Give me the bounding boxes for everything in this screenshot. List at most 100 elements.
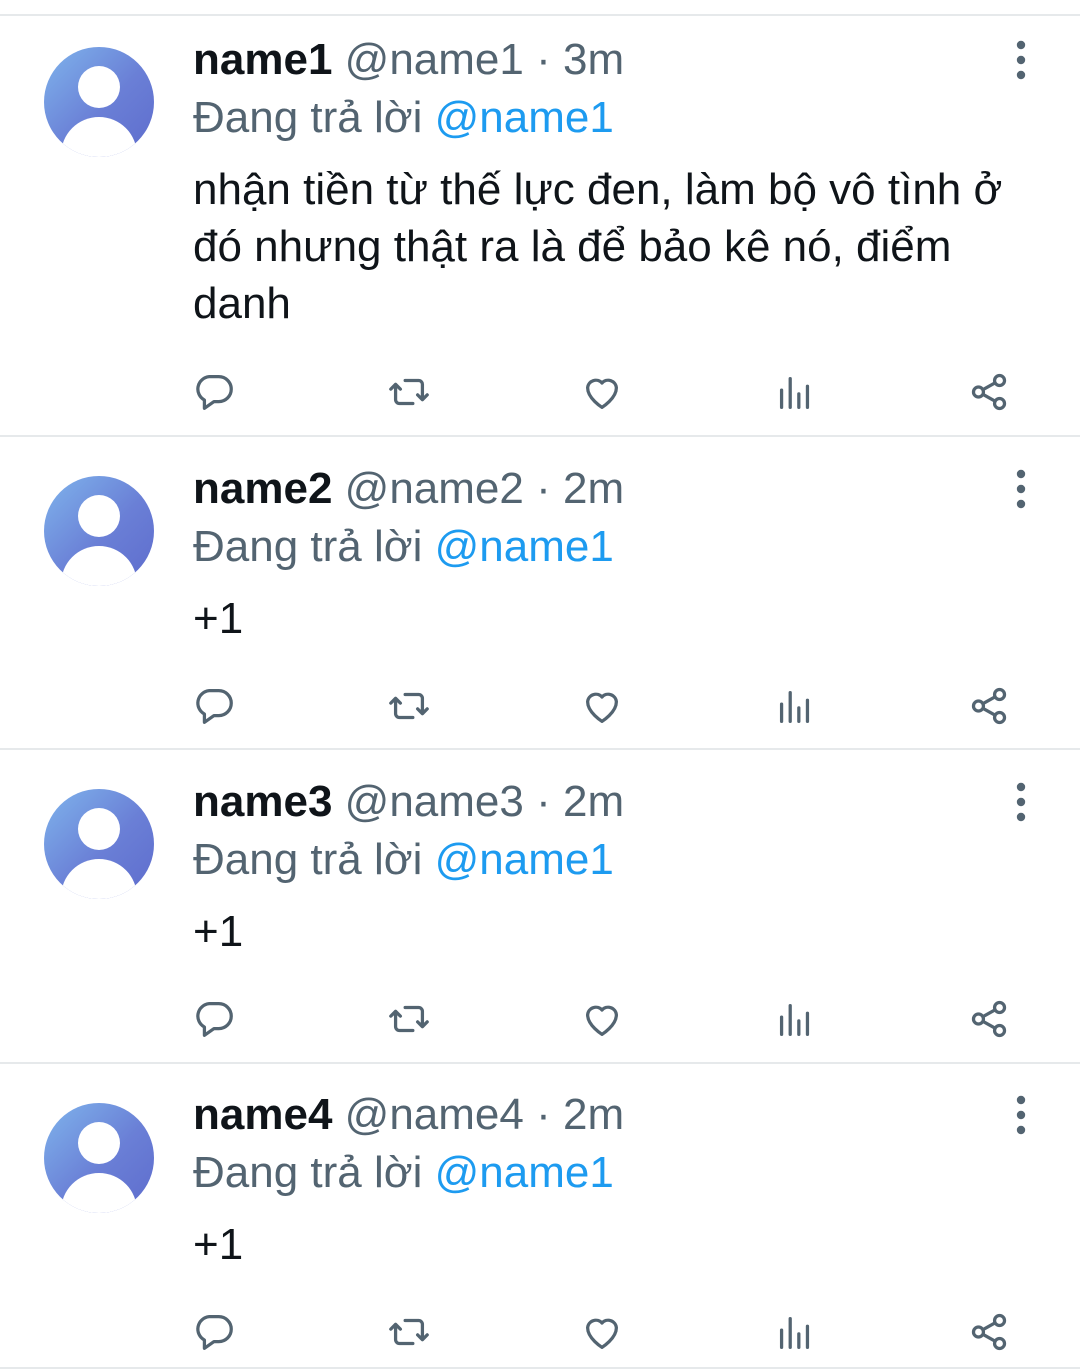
display-name[interactable]: name1	[193, 35, 332, 84]
mention-link[interactable]: @name1	[435, 522, 614, 571]
like-button[interactable]	[574, 678, 630, 734]
replying-prefix: Đang trả lời	[193, 93, 423, 142]
user-handle[interactable]: @name1	[345, 35, 524, 84]
avatar-head	[78, 808, 120, 850]
timestamp[interactable]: 2m	[563, 1090, 624, 1139]
like-button[interactable]	[574, 1304, 630, 1360]
action-bar	[0, 364, 1080, 420]
timestamp[interactable]: 3m	[563, 35, 624, 84]
heart-icon	[585, 1318, 619, 1349]
replying-prefix: Đang trả lời	[193, 522, 423, 571]
avatar[interactable]	[44, 47, 154, 157]
display-name[interactable]: name4	[193, 1090, 332, 1139]
replying-to: Đang trả lời @name1	[193, 92, 614, 144]
share-icon	[971, 1000, 1007, 1038]
tweet-reply[interactable]: name2 @name2 · 2m Đang trả lời @name1 +1	[0, 437, 1080, 750]
avatar-head	[78, 66, 120, 108]
reply-bubble-icon	[196, 1002, 233, 1037]
avatar-head	[78, 1122, 120, 1164]
views-button[interactable]	[767, 1304, 823, 1360]
share-icon	[971, 373, 1007, 411]
avatar-body	[61, 117, 137, 157]
retweet-icon	[389, 378, 429, 406]
more-vertical-icon[interactable]	[1004, 1093, 1038, 1137]
views-bars-icon	[779, 690, 810, 723]
user-handle[interactable]: @name2	[345, 464, 524, 513]
tweet-header: name3 @name3 · 2m	[193, 776, 624, 828]
tweet-header: name4 @name4 · 2m	[193, 1089, 624, 1141]
more-vertical-icon[interactable]	[1004, 38, 1038, 82]
retweet-icon	[389, 692, 429, 720]
reply-button[interactable]	[186, 678, 242, 734]
replying-prefix: Đang trả lời	[193, 1148, 423, 1197]
mention-link[interactable]: @name1	[435, 1148, 614, 1197]
heart-icon	[585, 692, 619, 723]
retweet-icon	[389, 1318, 429, 1346]
tweet-header: name1 @name1 · 3m	[193, 34, 624, 86]
mention-link[interactable]: @name1	[435, 835, 614, 884]
reply-button[interactable]	[186, 364, 242, 420]
action-bar	[0, 1304, 1080, 1360]
retweet-button[interactable]	[381, 678, 437, 734]
avatar[interactable]	[44, 1103, 154, 1213]
heart-icon	[585, 378, 619, 409]
tweet-reply[interactable]: name3 @name3 · 2m Đang trả lời @name1 +1	[0, 750, 1080, 1064]
views-button[interactable]	[767, 364, 823, 420]
separator-dot: ·	[536, 1090, 551, 1139]
replying-to: Đang trả lời @name1	[193, 834, 614, 886]
retweet-button[interactable]	[381, 1304, 437, 1360]
tweet-reply[interactable]: name1 @name1 · 3m Đang trả lời @name1 nh…	[0, 16, 1080, 437]
mention-link[interactable]: @name1	[435, 93, 614, 142]
timestamp[interactable]: 2m	[563, 777, 624, 826]
retweet-button[interactable]	[381, 364, 437, 420]
replying-prefix: Đang trả lời	[193, 835, 423, 884]
replying-to: Đang trả lời @name1	[193, 521, 614, 573]
views-button[interactable]	[767, 991, 823, 1047]
tweet-reply[interactable]: name4 @name4 · 2m Đang trả lời @name1 +1	[0, 1064, 1080, 1369]
share-button[interactable]	[961, 678, 1017, 734]
reply-bubble-icon	[196, 375, 233, 410]
reply-button[interactable]	[186, 1304, 242, 1360]
tweet-header: name2 @name2 · 2m	[193, 463, 624, 515]
share-button[interactable]	[961, 1304, 1017, 1360]
like-button[interactable]	[574, 364, 630, 420]
tweet-text: nhận tiền từ thế lực đen, làm bộ vô tình…	[193, 165, 1003, 328]
heart-icon	[585, 1005, 619, 1036]
user-handle[interactable]: @name3	[345, 777, 524, 826]
tweet-text: +1	[193, 594, 244, 643]
replying-to: Đang trả lời @name1	[193, 1147, 614, 1199]
more-vertical-icon[interactable]	[1004, 780, 1038, 824]
tweet-text: +1	[193, 1220, 244, 1269]
reply-bubble-icon	[196, 689, 233, 724]
views-bars-icon	[779, 1003, 810, 1036]
like-button[interactable]	[574, 991, 630, 1047]
separator-dot: ·	[536, 35, 551, 84]
share-button[interactable]	[961, 991, 1017, 1047]
separator-dot: ·	[536, 777, 551, 826]
display-name[interactable]: name3	[193, 777, 332, 826]
more-vertical-icon[interactable]	[1004, 467, 1038, 511]
share-icon	[971, 687, 1007, 725]
action-bar	[0, 991, 1080, 1047]
avatar[interactable]	[44, 789, 154, 899]
timestamp[interactable]: 2m	[563, 464, 624, 513]
avatar[interactable]	[44, 476, 154, 586]
reply-bubble-icon	[196, 1315, 233, 1350]
avatar-body	[61, 1173, 137, 1213]
views-bars-icon	[779, 1316, 810, 1349]
display-name[interactable]: name2	[193, 464, 332, 513]
avatar-body	[61, 859, 137, 899]
avatar-body	[61, 546, 137, 586]
avatar-head	[78, 495, 120, 537]
reply-button[interactable]	[186, 991, 242, 1047]
views-button[interactable]	[767, 678, 823, 734]
tweet-text: +1	[193, 907, 244, 956]
action-bar	[0, 678, 1080, 734]
share-icon	[971, 1313, 1007, 1351]
views-bars-icon	[779, 376, 810, 409]
separator-dot: ·	[536, 464, 551, 513]
share-button[interactable]	[961, 364, 1017, 420]
user-handle[interactable]: @name4	[345, 1090, 524, 1139]
retweet-icon	[389, 1005, 429, 1033]
retweet-button[interactable]	[381, 991, 437, 1047]
